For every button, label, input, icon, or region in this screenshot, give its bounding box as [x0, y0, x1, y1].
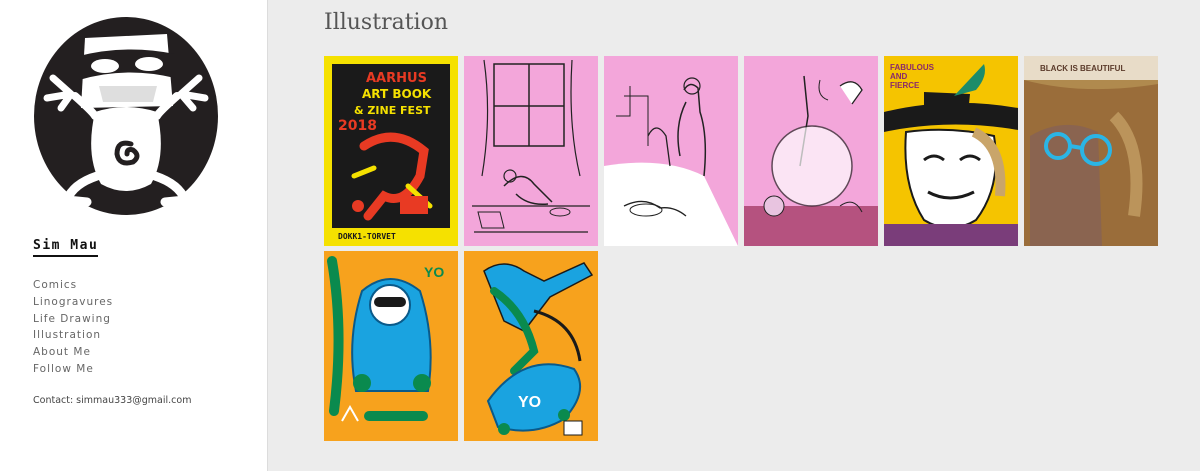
gallery-thumbnail-black-is-beautiful[interactable]: BLACK IS BEAUTIFUL — [1024, 56, 1158, 246]
yo-text-b: YO — [518, 394, 541, 411]
fabulous-line-2: AND — [890, 72, 908, 81]
gallery-thumbnail-yo-skateboard[interactable]: YO — [464, 251, 598, 441]
yo-skateboard-image: YO — [464, 251, 598, 441]
black-is-beautiful-image: BLACK IS BEAUTIFUL — [1024, 56, 1158, 246]
site-name-link[interactable]: Sim Mau — [33, 238, 99, 257]
yo-text-a: YO — [424, 264, 444, 280]
fabulous-line-3: FIERCE — [890, 81, 920, 90]
nav-item-follow-me[interactable]: Follow Me — [33, 361, 113, 378]
gallery-thumbnail-aarhus-poster[interactable]: AARHUS ART BOOK & ZINE FEST 2018 DOKK1-T… — [324, 56, 458, 246]
yo-hoodie-image: YO — [324, 251, 458, 441]
poster-line-1: AARHUS — [366, 71, 427, 86]
gallery-thumbnail-yo-hoodie[interactable]: YO — [324, 251, 458, 441]
poster-line-2: ART BOOK — [362, 87, 432, 101]
nav-item-life-drawing[interactable]: Life Drawing — [33, 311, 113, 328]
nav-item-linogravures[interactable]: Linogravures — [33, 294, 113, 311]
gallery-thumbnail-pink-room[interactable] — [464, 56, 598, 246]
site-logo[interactable] — [33, 16, 219, 216]
gallery-thumbnail-fabulous-fierce[interactable]: FABULOUS AND FIERCE — [884, 56, 1018, 246]
nav-item-comics[interactable]: Comics — [33, 277, 113, 294]
main-nav: Comics Linogravures Life Drawing Illustr… — [33, 277, 113, 378]
nav-item-about-me[interactable]: About Me — [33, 344, 113, 361]
pink-room-image — [464, 56, 598, 246]
poster-line-3: & ZINE FEST — [354, 104, 431, 117]
page-title: Illustration — [324, 10, 448, 35]
pink-couple-image — [604, 56, 738, 246]
nav-item-illustration[interactable]: Illustration — [33, 327, 113, 344]
sidebar: Sim Mau Comics Linogravures Life Drawing… — [0, 0, 268, 471]
logo-artwork — [34, 17, 218, 215]
aarhus-poster-image: AARHUS ART BOOK & ZINE FEST 2018 DOKK1-T… — [324, 56, 458, 246]
poster-footer: DOKK1-TORVET — [338, 232, 396, 241]
fabulous-line-1: FABULOUS — [890, 63, 935, 72]
gallery-thumbnail-pink-couple[interactable] — [604, 56, 738, 246]
contact-info: Contact: simmau333@gmail.com — [33, 395, 192, 406]
gallery-thumbnail-pink-fishbowl[interactable] — [744, 56, 878, 246]
fabulous-fierce-image: FABULOUS AND FIERCE — [884, 56, 1018, 246]
pink-fishbowl-image — [744, 56, 878, 246]
bib-title: BLACK IS BEAUTIFUL — [1040, 64, 1125, 73]
poster-line-4: 2018 — [338, 118, 377, 134]
